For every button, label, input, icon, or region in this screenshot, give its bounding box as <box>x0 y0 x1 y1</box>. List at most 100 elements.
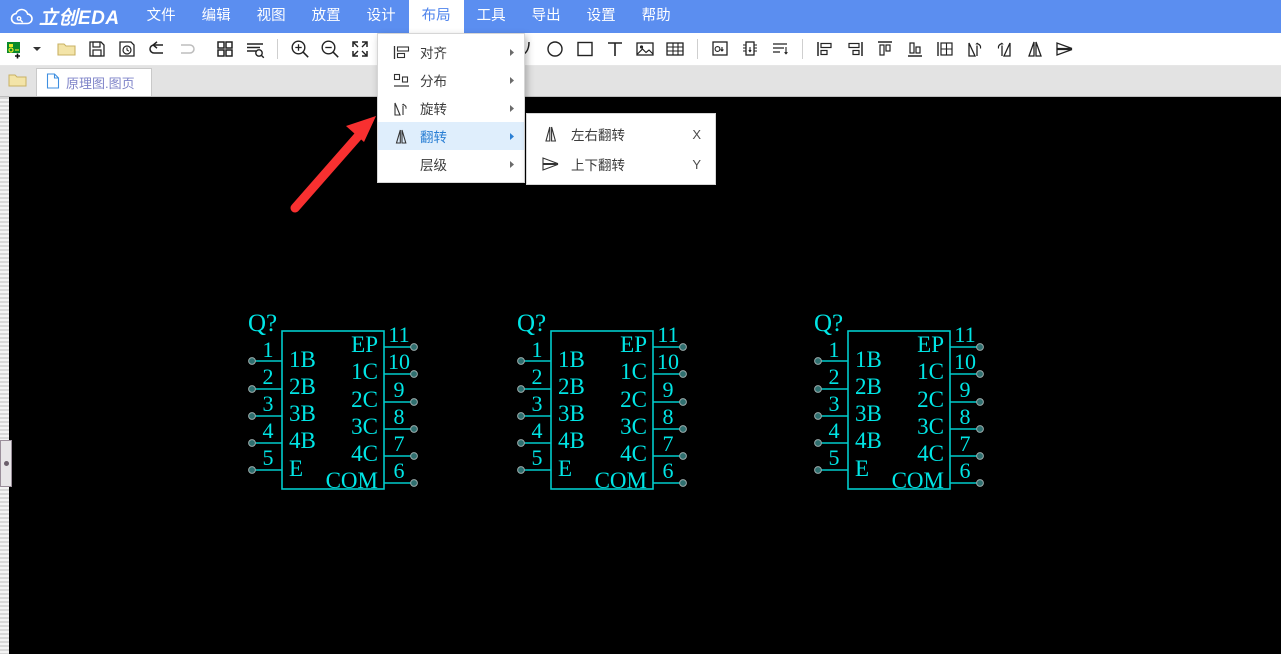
open-folder-icon[interactable] <box>52 34 82 64</box>
fit-screen-icon[interactable] <box>345 34 375 64</box>
menu-item-flip[interactable]: 翻转 <box>378 122 524 150</box>
list-search-icon[interactable] <box>240 34 270 64</box>
image-icon[interactable] <box>630 34 660 64</box>
align-right-icon[interactable] <box>840 34 870 64</box>
chevron-right-icon <box>508 160 516 169</box>
svg-text:2C: 2C <box>351 387 378 412</box>
svg-text:8: 8 <box>960 404 971 429</box>
zoom-out-icon[interactable] <box>315 34 345 64</box>
text-icon[interactable] <box>600 34 630 64</box>
svg-text:11: 11 <box>388 322 409 347</box>
svg-text:E: E <box>855 456 869 481</box>
menu-design[interactable]: 设计 <box>354 0 409 33</box>
net-label-icon[interactable] <box>705 34 735 64</box>
app-brand[interactable]: 立创EDA <box>0 3 134 30</box>
distribute-icon[interactable] <box>930 34 960 64</box>
flip-vertical-icon[interactable] <box>1050 34 1080 64</box>
zoom-in-icon[interactable] <box>285 34 315 64</box>
grid-view-icon[interactable] <box>210 34 240 64</box>
menu-bar: 立创EDA 文件 编辑 视图 放置 设计 布局 工具 导出 设置 帮助 <box>0 0 1281 33</box>
menu-item-label: 对齐 <box>420 46 447 61</box>
menu-tools[interactable]: 工具 <box>464 0 519 33</box>
menu-item-label: 分布 <box>420 74 447 89</box>
distribute-icon <box>390 71 412 89</box>
menu-view[interactable]: 视图 <box>244 0 299 33</box>
menu-settings[interactable]: 设置 <box>574 0 629 33</box>
svg-text:4: 4 <box>532 418 543 443</box>
svg-text:9: 9 <box>394 377 405 402</box>
undo-icon[interactable] <box>142 34 172 64</box>
flip-horizontal-icon[interactable] <box>1020 34 1050 64</box>
menu-place[interactable]: 放置 <box>299 0 354 33</box>
menu-export[interactable]: 导出 <box>519 0 574 33</box>
left-panel-handle[interactable] <box>0 440 12 487</box>
designator-text: Q? <box>814 310 843 337</box>
schematic-component[interactable]: Q? 123 45 11 10 9 876 1B 2B 3B 4B E EP 1… <box>517 309 717 499</box>
circle-icon[interactable] <box>540 34 570 64</box>
svg-text:2B: 2B <box>855 374 882 399</box>
layer-icon-placeholder <box>390 155 412 173</box>
rectangle-icon[interactable] <box>570 34 600 64</box>
layout-dropdown-menu: 对齐 分布 旋转 翻转 层级 <box>377 33 525 183</box>
toolbar-separator <box>697 39 698 59</box>
svg-text:3: 3 <box>532 391 543 416</box>
chevron-right-icon <box>508 48 516 57</box>
flip-submenu: 左右翻转 X 上下翻转 Y <box>526 113 716 185</box>
svg-text:2: 2 <box>263 364 274 389</box>
align-left-icon[interactable] <box>810 34 840 64</box>
align-top-icon[interactable] <box>870 34 900 64</box>
redo-icon[interactable] <box>172 34 202 64</box>
svg-text:11: 11 <box>954 322 975 347</box>
svg-text:COM: COM <box>892 468 944 493</box>
designator-text: Q? <box>248 310 277 337</box>
table-icon[interactable] <box>660 34 690 64</box>
svg-text:E: E <box>289 456 303 481</box>
menu-item-rotate[interactable]: 旋转 <box>378 94 524 122</box>
tab-schematic-page[interactable]: 原理图.图页 <box>36 68 152 96</box>
folder-icon[interactable] <box>0 65 36 96</box>
schematic-component[interactable]: Q? 123 45 11 10 9 876 1B 2B 3B 4B E EP 1… <box>248 309 448 499</box>
svg-text:3C: 3C <box>620 414 647 439</box>
schematic-component[interactable]: Q? 123 45 11 10 9 876 1B 2B 3B 4B E EP 1… <box>814 309 1014 499</box>
menu-help[interactable]: 帮助 <box>629 0 684 33</box>
dropdown-caret-icon[interactable] <box>30 34 44 64</box>
svg-text:1: 1 <box>829 337 840 362</box>
svg-text:11: 11 <box>657 322 678 347</box>
left-panel-strip[interactable] <box>0 97 9 654</box>
rotate-ccw-icon[interactable] <box>960 34 990 64</box>
menu-layout[interactable]: 布局 <box>408 0 464 33</box>
rotate-cw-icon[interactable] <box>990 34 1020 64</box>
svg-text:4B: 4B <box>855 428 882 453</box>
align-icon <box>390 43 412 61</box>
svg-text:6: 6 <box>663 458 674 483</box>
flip-horizontal-icon <box>539 125 563 143</box>
drag-handle-dot <box>3 461 9 466</box>
svg-text:7: 7 <box>394 431 405 456</box>
menu-item-layer[interactable]: 层级 <box>378 150 524 178</box>
document-icon <box>46 73 60 92</box>
submenu-item-flip-horizontal[interactable]: 左右翻转 X <box>527 119 715 149</box>
svg-text:10: 10 <box>388 349 410 374</box>
submenu-item-flip-vertical[interactable]: 上下翻转 Y <box>527 149 715 179</box>
svg-text:3C: 3C <box>917 414 944 439</box>
new-document-icon[interactable] <box>0 34 30 64</box>
save-icon[interactable] <box>82 34 112 64</box>
tab-label: 原理图.图页 <box>66 76 135 91</box>
svg-text:2B: 2B <box>289 374 316 399</box>
menu-item-align[interactable]: 对齐 <box>378 38 524 66</box>
net-flag-icon[interactable] <box>765 34 795 64</box>
designator-text: Q? <box>517 310 546 337</box>
tab-bar: 原理图.图页 <box>0 66 1281 97</box>
toolbar <box>0 33 1281 66</box>
svg-text:7: 7 <box>663 431 674 456</box>
menu-item-distribute[interactable]: 分布 <box>378 66 524 94</box>
svg-text:1C: 1C <box>351 359 378 384</box>
svg-text:E: E <box>558 456 572 481</box>
menu-edit[interactable]: 编辑 <box>189 0 244 33</box>
save-as-icon[interactable] <box>112 34 142 64</box>
svg-text:2B: 2B <box>558 374 585 399</box>
svg-text:1C: 1C <box>917 359 944 384</box>
menu-file[interactable]: 文件 <box>134 0 189 33</box>
net-port-icon[interactable] <box>735 34 765 64</box>
align-bottom-icon[interactable] <box>900 34 930 64</box>
